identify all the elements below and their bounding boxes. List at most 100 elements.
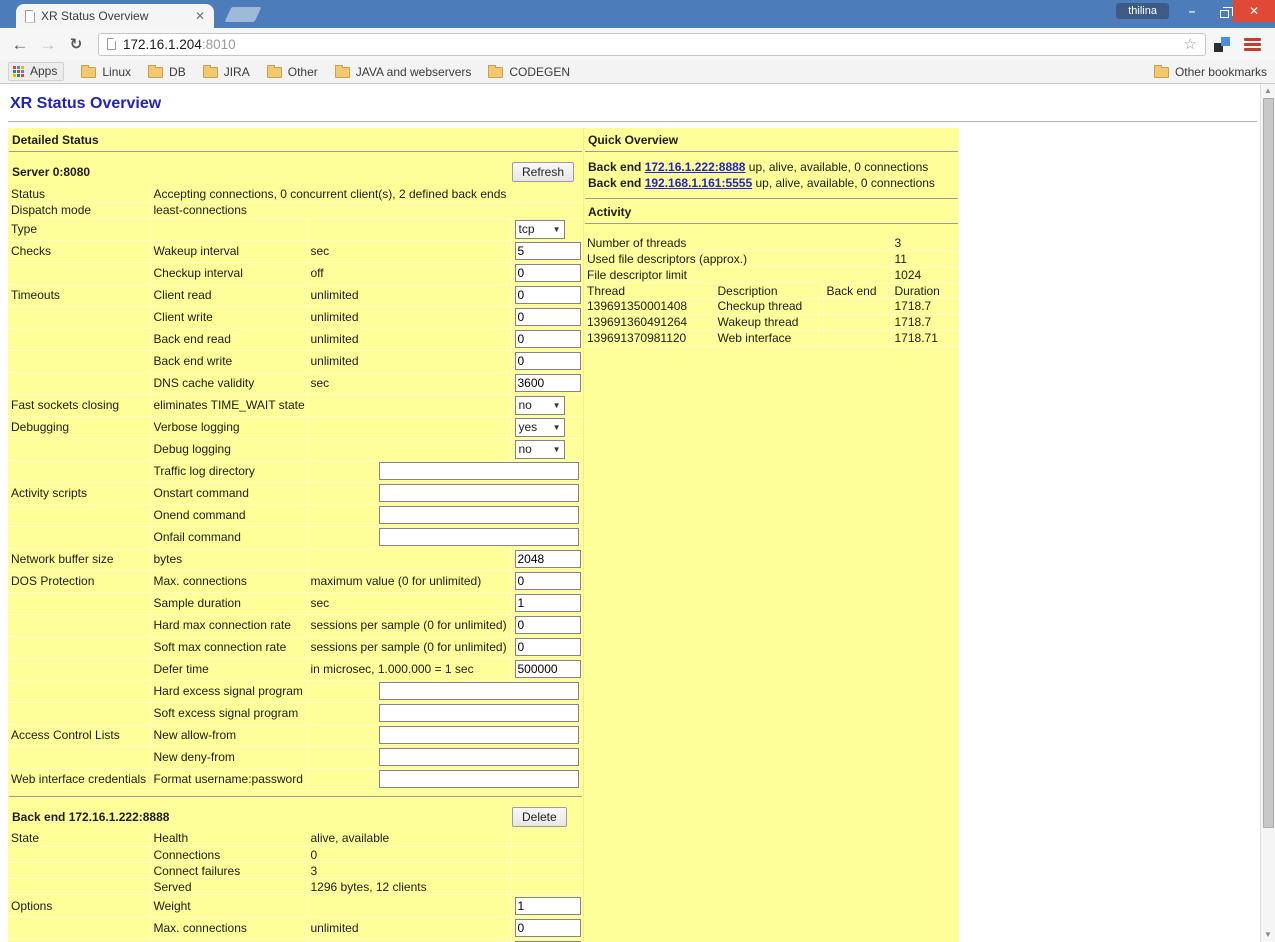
text-input[interactable]	[515, 352, 581, 370]
profile-name-badge[interactable]: thilina	[1116, 3, 1169, 19]
text-input[interactable]	[515, 572, 581, 590]
bookmark-item[interactable]: JIRA	[203, 65, 250, 79]
text-input[interactable]	[515, 919, 581, 937]
delete-button[interactable]: Delete	[512, 807, 567, 827]
text-input[interactable]	[379, 748, 579, 766]
chevron-down-icon: ▼	[553, 401, 561, 410]
text-input[interactable]	[379, 682, 579, 700]
cell: Number of threads	[584, 235, 891, 251]
cell	[8, 262, 150, 284]
text-input[interactable]	[515, 286, 581, 304]
cell: 1718.7	[891, 298, 959, 314]
cell: 139691370981120	[584, 330, 714, 346]
text-input[interactable]	[515, 897, 581, 915]
dropdown-select[interactable]: no▼	[515, 440, 565, 459]
address-bar[interactable]: 172.16.1.204:8010 ☆	[98, 33, 1206, 56]
text-input[interactable]	[515, 374, 581, 392]
cell: Max. connections	[150, 917, 307, 939]
refresh-button[interactable]: Refresh	[512, 162, 574, 182]
web-page: XR Status Overview Detailed Status Serve…	[0, 84, 1275, 942]
window-close-button[interactable]: ✕	[1233, 0, 1275, 22]
dropdown-value: tcp	[519, 222, 535, 236]
bookmark-items: Linux DB JIRA Other JAVA and webservers CODEG…	[81, 65, 570, 79]
forward-icon[interactable]: →	[36, 36, 60, 53]
reload-icon[interactable]: ↻	[64, 37, 88, 52]
cell: Checks	[8, 240, 150, 262]
backend-link[interactable]: 192.168.1.161:5555	[645, 176, 752, 190]
cell: in microsec, 1.000.000 = 1 sec	[307, 658, 511, 680]
cell: Served	[150, 879, 307, 895]
text-input[interactable]	[515, 638, 581, 656]
bookmark-item[interactable]: Linux	[81, 65, 131, 79]
cell: unlimited	[307, 350, 511, 372]
text-input[interactable]	[515, 330, 581, 348]
cell: Format username:password	[150, 768, 307, 790]
cell: Used file descriptors (approx.)	[584, 251, 891, 267]
text-input[interactable]	[515, 308, 581, 326]
text-input[interactable]	[379, 704, 579, 722]
table-row: Number of threads3	[584, 235, 959, 251]
profile-tiles-icon[interactable]	[1214, 37, 1230, 52]
bookmark-label: DB	[169, 65, 186, 79]
cell: Sample duration	[150, 592, 307, 614]
text-input[interactable]	[379, 506, 579, 524]
cell: DNS cache validity	[150, 372, 307, 394]
apps-label: Apps	[30, 64, 57, 78]
table-row: 139691360491264Wakeup thread1718.7	[584, 314, 959, 330]
text-input[interactable]	[515, 242, 581, 260]
text-input[interactable]	[515, 594, 581, 612]
text-input[interactable]	[515, 616, 581, 634]
cell: Web interface	[714, 330, 823, 346]
cell	[511, 614, 583, 636]
bookmark-item[interactable]: Other	[267, 65, 318, 79]
bookmark-star-icon[interactable]: ☆	[1184, 37, 1197, 52]
menu-hamburger-icon[interactable]	[1244, 38, 1261, 51]
scroll-down-icon[interactable]: ▼	[1261, 928, 1275, 942]
cell: unlimited	[307, 284, 511, 306]
cell: Client read	[150, 284, 307, 306]
dropdown-select[interactable]: tcp▼	[515, 220, 565, 239]
text-input[interactable]	[379, 484, 579, 502]
backend-link[interactable]: 172.16.1.222:8888	[645, 160, 746, 174]
table-row: Traffic log directory	[8, 460, 583, 482]
bookmark-apps[interactable]: Apps	[8, 62, 64, 81]
cell	[8, 460, 150, 482]
bookmark-item[interactable]: CODEGEN	[488, 65, 570, 79]
cell: Soft max connection rate	[150, 636, 307, 658]
back-icon[interactable]: ←	[8, 36, 32, 53]
text-input[interactable]	[515, 660, 581, 678]
text-input[interactable]	[379, 528, 579, 546]
other-bookmarks[interactable]: Other bookmarks	[1154, 65, 1267, 79]
server-title: Server 0:8080	[12, 165, 90, 179]
text-input[interactable]	[379, 770, 579, 788]
window-minimize-button[interactable]: –	[1179, 0, 1205, 22]
dropdown-select[interactable]: no▼	[515, 396, 565, 415]
cell	[307, 680, 583, 702]
text-input[interactable]	[515, 550, 581, 568]
text-input[interactable]	[515, 264, 581, 282]
cell: State	[8, 831, 150, 847]
cell	[511, 262, 583, 284]
text-input[interactable]	[379, 726, 579, 744]
vertical-scrollbar[interactable]: ▲ ▼	[1260, 84, 1275, 942]
cell	[511, 306, 583, 328]
other-bookmarks-label: Other bookmarks	[1175, 65, 1267, 79]
cell	[8, 592, 150, 614]
tab-close-icon[interactable]: ✕	[195, 10, 205, 22]
table-row: Used file descriptors (approx.)11	[584, 251, 959, 267]
cell: Hard excess signal program	[150, 680, 307, 702]
browser-tab[interactable]: XR Status Overview ✕	[16, 4, 214, 28]
text-input[interactable]	[379, 462, 579, 480]
bookmark-item[interactable]: DB	[148, 65, 186, 79]
table-row: DebuggingVerbose loggingyes▼	[8, 416, 583, 438]
cell	[307, 746, 583, 768]
restore-icon	[1220, 10, 1229, 18]
table-row: Client writeunlimited	[8, 306, 583, 328]
scroll-up-icon[interactable]: ▲	[1261, 84, 1275, 98]
cell: New deny-from	[150, 746, 307, 768]
cell: Access Control Lists	[8, 724, 150, 746]
bookmark-item[interactable]: JAVA and webservers	[335, 65, 472, 79]
dropdown-select[interactable]: yes▼	[515, 418, 565, 437]
scrollbar-thumb[interactable]	[1263, 98, 1274, 828]
new-tab-button[interactable]	[225, 7, 262, 22]
